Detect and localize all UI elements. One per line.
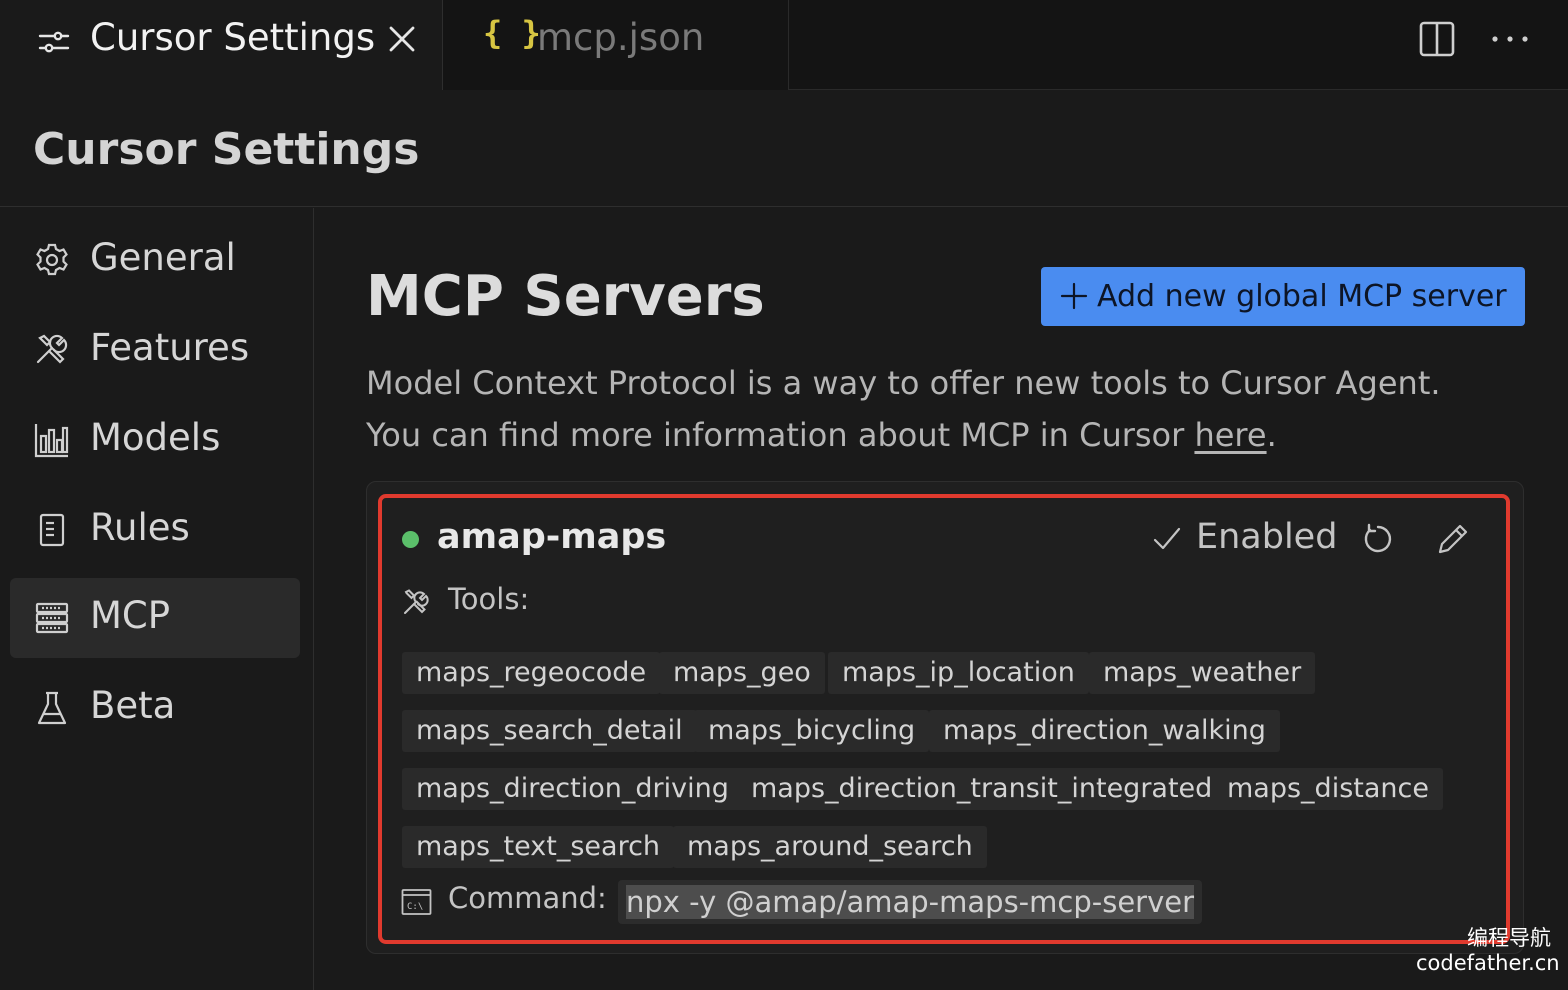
command-label: Command: (448, 881, 607, 915)
split-editor-icon[interactable] (1418, 20, 1456, 58)
watermark-line-2: codefather.cn (1416, 951, 1560, 975)
tool-chip: maps_regeocode (402, 652, 661, 694)
terminal-icon: C:\ (401, 889, 432, 915)
tool-chip: maps_direction_driving (402, 768, 743, 810)
description-text: You can find more information about MCP … (366, 416, 1195, 454)
sidebar-item-models[interactable]: Models (10, 400, 300, 480)
tools-label: Tools: (448, 582, 530, 616)
tool-chip: maps_geo (659, 652, 825, 694)
sidebar-item-label: MCP (90, 594, 171, 637)
flask-icon (37, 691, 67, 725)
sidebar-item-general[interactable]: General (10, 220, 300, 300)
status-indicator (402, 531, 419, 548)
description-line-1: Model Context Protocol is a way to offer… (366, 364, 1441, 402)
tool-chip: maps_direction_walking (929, 710, 1280, 752)
close-icon[interactable] (385, 22, 419, 56)
sidebar-item-mcp[interactable]: MCP (10, 578, 300, 658)
tools-icon (36, 334, 68, 364)
check-icon (1153, 527, 1181, 550)
sidebar-item-label: Models (90, 416, 221, 459)
tab-cursor-settings[interactable]: Cursor Settings (0, 0, 443, 90)
tab-title: Cursor Settings (90, 16, 376, 59)
add-global-mcp-server-button[interactable]: Add new global MCP server (1041, 267, 1525, 326)
command-text: npx -y @amap/amap-maps-mcp-server (626, 885, 1195, 919)
tool-chip: maps_bicycling (694, 710, 930, 752)
sidebar-item-beta[interactable]: Beta (10, 668, 300, 748)
section-title: MCP Servers (366, 264, 765, 329)
json-file-icon: { } (483, 14, 541, 52)
add-button-label: Add new global MCP server (1097, 279, 1507, 314)
command-value[interactable]: npx -y @amap/amap-maps-mcp-server (618, 880, 1203, 924)
document-icon (39, 513, 65, 547)
sidebar-item-rules[interactable]: Rules (10, 490, 300, 570)
enabled-toggle[interactable]: Enabled (1196, 517, 1337, 557)
tool-chip: maps_ip_location (828, 652, 1089, 694)
sidebar-item-label: Rules (90, 506, 190, 549)
tool-chip: maps_text_search (402, 826, 675, 868)
svg-text:C:\: C:\ (407, 902, 423, 912)
server-icon (35, 602, 69, 634)
watermark-line-1: 编程导航 (1467, 926, 1551, 950)
tool-chip: maps_weather (1089, 652, 1316, 694)
page-header: Cursor Settings (0, 90, 1568, 207)
tab-title[interactable]: mcp.json (537, 16, 704, 59)
more-actions-icon[interactable] (1490, 34, 1530, 44)
tab-bar: Cursor Settings { } mcp.json (0, 0, 1568, 90)
tool-chip: maps_around_search (673, 826, 987, 868)
settings-sliders-icon (38, 31, 70, 53)
tool-chip: maps_distance (1213, 768, 1443, 810)
gear-icon (36, 243, 68, 276)
mcp-docs-link[interactable]: here (1194, 416, 1266, 454)
tools-icon (404, 589, 429, 614)
plus-icon (1060, 282, 1088, 310)
pencil-icon[interactable] (1436, 522, 1470, 556)
sidebar-item-label: General (90, 236, 236, 279)
sidebar-item-features[interactable]: Features (10, 310, 300, 390)
tool-chip: maps_search_detail (402, 710, 697, 752)
refresh-icon[interactable] (1360, 522, 1396, 558)
sidebar-item-label: Features (90, 326, 250, 369)
page-title: Cursor Settings (33, 124, 420, 175)
sidebar: General Features Models Rules MCP Beta (0, 208, 314, 990)
tool-chip: maps_direction_transit_integrated (737, 768, 1227, 810)
description-line-2: You can find more information about MCP … (366, 416, 1277, 454)
server-name: amap-maps (437, 517, 667, 557)
description-period: . (1266, 416, 1277, 454)
bar-chart-icon (34, 424, 69, 458)
sidebar-item-label: Beta (90, 684, 176, 727)
